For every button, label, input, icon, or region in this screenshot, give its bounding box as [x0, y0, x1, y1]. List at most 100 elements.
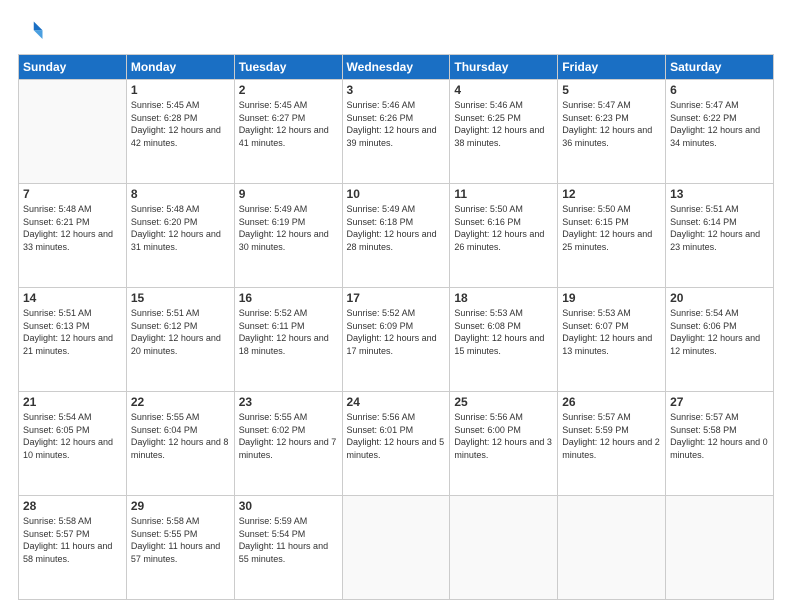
weekday-header: Monday — [126, 55, 234, 80]
day-info: Sunrise: 5:53 AMSunset: 6:07 PMDaylight:… — [562, 307, 661, 357]
page: SundayMondayTuesdayWednesdayThursdayFrid… — [0, 0, 792, 612]
calendar-cell: 5 Sunrise: 5:47 AMSunset: 6:23 PMDayligh… — [558, 80, 666, 184]
day-number: 28 — [23, 499, 122, 513]
calendar-week-row: 1 Sunrise: 5:45 AMSunset: 6:28 PMDayligh… — [19, 80, 774, 184]
calendar-cell: 10 Sunrise: 5:49 AMSunset: 6:18 PMDaylig… — [342, 184, 450, 288]
day-number: 4 — [454, 83, 553, 97]
calendar-cell — [19, 80, 127, 184]
calendar-cell — [342, 496, 450, 600]
day-number: 17 — [347, 291, 446, 305]
calendar-cell: 12 Sunrise: 5:50 AMSunset: 6:15 PMDaylig… — [558, 184, 666, 288]
day-number: 24 — [347, 395, 446, 409]
calendar-cell: 1 Sunrise: 5:45 AMSunset: 6:28 PMDayligh… — [126, 80, 234, 184]
day-number: 13 — [670, 187, 769, 201]
day-info: Sunrise: 5:45 AMSunset: 6:27 PMDaylight:… — [239, 99, 338, 149]
day-number: 18 — [454, 291, 553, 305]
header — [18, 18, 774, 46]
calendar-cell: 30 Sunrise: 5:59 AMSunset: 5:54 PMDaylig… — [234, 496, 342, 600]
day-info: Sunrise: 5:47 AMSunset: 6:23 PMDaylight:… — [562, 99, 661, 149]
day-number: 9 — [239, 187, 338, 201]
calendar-cell: 13 Sunrise: 5:51 AMSunset: 6:14 PMDaylig… — [666, 184, 774, 288]
day-number: 22 — [131, 395, 230, 409]
day-number: 2 — [239, 83, 338, 97]
calendar-cell: 26 Sunrise: 5:57 AMSunset: 5:59 PMDaylig… — [558, 392, 666, 496]
day-number: 8 — [131, 187, 230, 201]
calendar-week-row: 21 Sunrise: 5:54 AMSunset: 6:05 PMDaylig… — [19, 392, 774, 496]
day-number: 16 — [239, 291, 338, 305]
day-number: 20 — [670, 291, 769, 305]
day-info: Sunrise: 5:59 AMSunset: 5:54 PMDaylight:… — [239, 515, 338, 565]
day-number: 5 — [562, 83, 661, 97]
day-info: Sunrise: 5:54 AMSunset: 6:06 PMDaylight:… — [670, 307, 769, 357]
day-number: 7 — [23, 187, 122, 201]
calendar-cell: 2 Sunrise: 5:45 AMSunset: 6:27 PMDayligh… — [234, 80, 342, 184]
calendar-cell: 25 Sunrise: 5:56 AMSunset: 6:00 PMDaylig… — [450, 392, 558, 496]
weekday-header: Thursday — [450, 55, 558, 80]
calendar-cell — [558, 496, 666, 600]
calendar: SundayMondayTuesdayWednesdayThursdayFrid… — [18, 54, 774, 600]
calendar-cell: 4 Sunrise: 5:46 AMSunset: 6:25 PMDayligh… — [450, 80, 558, 184]
day-info: Sunrise: 5:53 AMSunset: 6:08 PMDaylight:… — [454, 307, 553, 357]
day-info: Sunrise: 5:51 AMSunset: 6:14 PMDaylight:… — [670, 203, 769, 253]
weekday-header: Friday — [558, 55, 666, 80]
day-info: Sunrise: 5:51 AMSunset: 6:12 PMDaylight:… — [131, 307, 230, 357]
calendar-cell: 29 Sunrise: 5:58 AMSunset: 5:55 PMDaylig… — [126, 496, 234, 600]
day-info: Sunrise: 5:52 AMSunset: 6:09 PMDaylight:… — [347, 307, 446, 357]
day-info: Sunrise: 5:48 AMSunset: 6:20 PMDaylight:… — [131, 203, 230, 253]
day-number: 21 — [23, 395, 122, 409]
day-number: 29 — [131, 499, 230, 513]
weekday-header: Saturday — [666, 55, 774, 80]
day-info: Sunrise: 5:54 AMSunset: 6:05 PMDaylight:… — [23, 411, 122, 461]
calendar-cell: 17 Sunrise: 5:52 AMSunset: 6:09 PMDaylig… — [342, 288, 450, 392]
day-number: 14 — [23, 291, 122, 305]
logo-icon — [18, 18, 46, 46]
weekday-row: SundayMondayTuesdayWednesdayThursdayFrid… — [19, 55, 774, 80]
calendar-cell: 28 Sunrise: 5:58 AMSunset: 5:57 PMDaylig… — [19, 496, 127, 600]
calendar-body: 1 Sunrise: 5:45 AMSunset: 6:28 PMDayligh… — [19, 80, 774, 600]
day-info: Sunrise: 5:50 AMSunset: 6:15 PMDaylight:… — [562, 203, 661, 253]
day-info: Sunrise: 5:57 AMSunset: 5:58 PMDaylight:… — [670, 411, 769, 461]
calendar-cell: 8 Sunrise: 5:48 AMSunset: 6:20 PMDayligh… — [126, 184, 234, 288]
calendar-cell: 21 Sunrise: 5:54 AMSunset: 6:05 PMDaylig… — [19, 392, 127, 496]
day-number: 11 — [454, 187, 553, 201]
calendar-week-row: 14 Sunrise: 5:51 AMSunset: 6:13 PMDaylig… — [19, 288, 774, 392]
calendar-cell — [450, 496, 558, 600]
day-info: Sunrise: 5:47 AMSunset: 6:22 PMDaylight:… — [670, 99, 769, 149]
calendar-cell: 19 Sunrise: 5:53 AMSunset: 6:07 PMDaylig… — [558, 288, 666, 392]
day-number: 12 — [562, 187, 661, 201]
calendar-cell — [666, 496, 774, 600]
day-info: Sunrise: 5:48 AMSunset: 6:21 PMDaylight:… — [23, 203, 122, 253]
day-info: Sunrise: 5:55 AMSunset: 6:04 PMDaylight:… — [131, 411, 230, 461]
calendar-header: SundayMondayTuesdayWednesdayThursdayFrid… — [19, 55, 774, 80]
day-info: Sunrise: 5:50 AMSunset: 6:16 PMDaylight:… — [454, 203, 553, 253]
calendar-cell: 7 Sunrise: 5:48 AMSunset: 6:21 PMDayligh… — [19, 184, 127, 288]
day-info: Sunrise: 5:55 AMSunset: 6:02 PMDaylight:… — [239, 411, 338, 461]
weekday-header: Tuesday — [234, 55, 342, 80]
calendar-cell: 24 Sunrise: 5:56 AMSunset: 6:01 PMDaylig… — [342, 392, 450, 496]
calendar-cell: 20 Sunrise: 5:54 AMSunset: 6:06 PMDaylig… — [666, 288, 774, 392]
day-number: 27 — [670, 395, 769, 409]
day-number: 6 — [670, 83, 769, 97]
day-number: 1 — [131, 83, 230, 97]
day-info: Sunrise: 5:49 AMSunset: 6:19 PMDaylight:… — [239, 203, 338, 253]
day-number: 10 — [347, 187, 446, 201]
day-info: Sunrise: 5:46 AMSunset: 6:25 PMDaylight:… — [454, 99, 553, 149]
calendar-cell: 22 Sunrise: 5:55 AMSunset: 6:04 PMDaylig… — [126, 392, 234, 496]
day-info: Sunrise: 5:45 AMSunset: 6:28 PMDaylight:… — [131, 99, 230, 149]
calendar-cell: 15 Sunrise: 5:51 AMSunset: 6:12 PMDaylig… — [126, 288, 234, 392]
logo — [18, 18, 50, 46]
calendar-cell: 16 Sunrise: 5:52 AMSunset: 6:11 PMDaylig… — [234, 288, 342, 392]
day-number: 23 — [239, 395, 338, 409]
weekday-header: Wednesday — [342, 55, 450, 80]
calendar-cell: 14 Sunrise: 5:51 AMSunset: 6:13 PMDaylig… — [19, 288, 127, 392]
day-info: Sunrise: 5:49 AMSunset: 6:18 PMDaylight:… — [347, 203, 446, 253]
calendar-week-row: 7 Sunrise: 5:48 AMSunset: 6:21 PMDayligh… — [19, 184, 774, 288]
day-number: 19 — [562, 291, 661, 305]
day-info: Sunrise: 5:46 AMSunset: 6:26 PMDaylight:… — [347, 99, 446, 149]
day-number: 25 — [454, 395, 553, 409]
calendar-cell: 27 Sunrise: 5:57 AMSunset: 5:58 PMDaylig… — [666, 392, 774, 496]
calendar-cell: 9 Sunrise: 5:49 AMSunset: 6:19 PMDayligh… — [234, 184, 342, 288]
day-info: Sunrise: 5:58 AMSunset: 5:55 PMDaylight:… — [131, 515, 230, 565]
calendar-cell: 3 Sunrise: 5:46 AMSunset: 6:26 PMDayligh… — [342, 80, 450, 184]
day-number: 15 — [131, 291, 230, 305]
